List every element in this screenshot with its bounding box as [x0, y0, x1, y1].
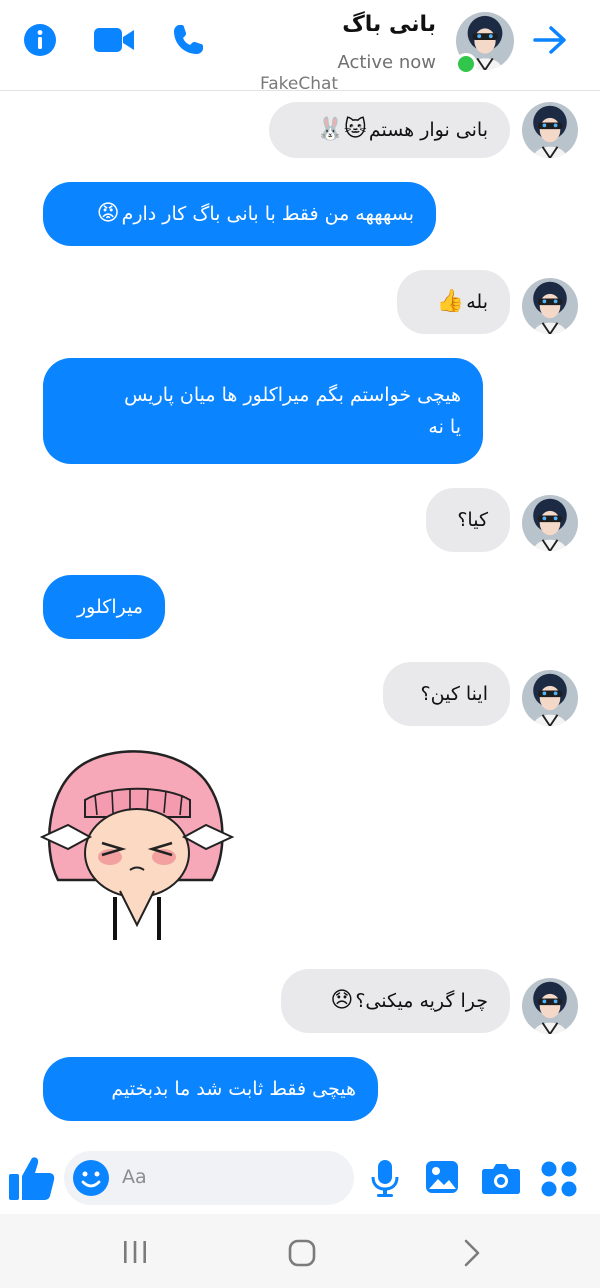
- crying-girl-sticker[interactable]: [39, 745, 235, 940]
- message-text: بله: [466, 291, 488, 313]
- message-text: کیا؟: [457, 509, 488, 531]
- sender-avatar[interactable]: [522, 670, 578, 726]
- sad-face-emoji: 😞: [330, 988, 354, 1013]
- sender-avatar[interactable]: [522, 278, 578, 334]
- message-bubble-outgoing[interactable]: بسهههه من فقط با بانی باگ کار دارم 😡: [43, 182, 436, 246]
- message-input[interactable]: Aa: [64, 1151, 354, 1205]
- watermark: FakeChat: [260, 74, 339, 94]
- microphone-icon[interactable]: [367, 1158, 403, 1198]
- sender-avatar[interactable]: [522, 978, 578, 1034]
- input-placeholder: Aa: [122, 1166, 147, 1188]
- info-icon[interactable]: [18, 18, 62, 62]
- thumbs-up-icon[interactable]: [6, 1154, 56, 1204]
- message-text-line: هیچی خواستم بگم میراکلور ها میان پاریس: [124, 384, 461, 406]
- message-text: بسهههه من فقط با بانی باگ کار دارم: [121, 203, 414, 225]
- message-composer: Aa: [0, 1144, 600, 1212]
- message-text: میراکلور: [77, 596, 143, 618]
- angry-face-emoji: 😡: [96, 201, 120, 226]
- message-text: هیچی فقط ثابت شد ما بدبختیم: [111, 1078, 356, 1100]
- thumbs-up-emoji: 👍: [436, 289, 465, 314]
- sender-avatar[interactable]: [522, 495, 578, 551]
- message-text: بانی نوار هستم: [368, 119, 488, 141]
- message-bubble-incoming[interactable]: کیا؟: [426, 488, 510, 552]
- contact-name[interactable]: بانی باگ: [342, 12, 436, 37]
- video-camera-icon[interactable]: [92, 18, 136, 62]
- message-text: اینا کین؟: [420, 683, 488, 705]
- message-text-line: یا نه: [428, 416, 461, 438]
- message-text: چرا گریه میکنی؟: [355, 990, 488, 1012]
- message-bubble-incoming[interactable]: اینا کین؟: [383, 662, 510, 726]
- apps-icon[interactable]: [540, 1160, 578, 1198]
- camera-icon[interactable]: [481, 1160, 521, 1196]
- online-indicator: [455, 53, 477, 75]
- phone-icon[interactable]: [166, 18, 210, 62]
- message-bubble-incoming[interactable]: بله 👍: [397, 270, 510, 334]
- message-bubble-outgoing[interactable]: میراکلور: [43, 575, 165, 639]
- cat-bunny-emoji: 🐱🐰: [316, 117, 367, 142]
- system-navigation-bar: [0, 1214, 600, 1288]
- message-bubble-outgoing[interactable]: هیچی فقط ثابت شد ما بدبختیم: [43, 1057, 378, 1121]
- message-bubble-outgoing[interactable]: هیچی خواستم بگم میراکلور ها میان پاریس ی…: [43, 358, 483, 464]
- active-status: Active now: [337, 52, 436, 73]
- smiley-icon[interactable]: [72, 1159, 110, 1197]
- arrow-right-icon[interactable]: [528, 18, 572, 62]
- home-icon[interactable]: [287, 1238, 317, 1268]
- message-bubble-incoming[interactable]: چرا گریه میکنی؟ 😞: [281, 969, 510, 1033]
- sender-avatar[interactable]: [522, 102, 578, 158]
- back-nav-icon[interactable]: [458, 1238, 486, 1268]
- recent-apps-icon[interactable]: [120, 1238, 150, 1266]
- message-bubble-incoming[interactable]: بانی نوار هستم 🐱🐰: [269, 102, 510, 158]
- image-icon[interactable]: [424, 1159, 460, 1195]
